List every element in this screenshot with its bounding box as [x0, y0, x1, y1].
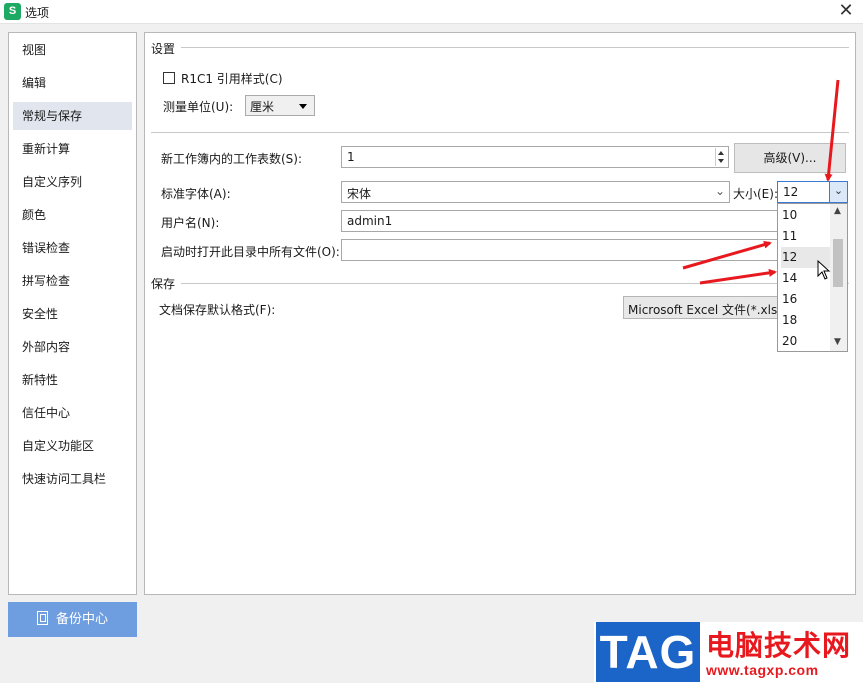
chevron-down-icon: ⌄ — [714, 184, 725, 198]
r1c1-label: R1C1 引用样式(C) — [181, 72, 283, 86]
size-option-16[interactable]: 16 — [781, 289, 830, 310]
scroll-down-icon[interactable]: ▼ — [834, 337, 841, 347]
sidebar-item-general-save[interactable]: 常规与保存 — [13, 102, 132, 130]
size-option-12[interactable]: 12 — [781, 247, 830, 268]
sidebar-item-trust-center[interactable]: 信任中心 — [13, 399, 132, 427]
watermark-site-name: 电脑技术网 — [706, 629, 852, 662]
watermark-url: www.tagxp.com — [706, 662, 819, 678]
sidebar-item-security[interactable]: 安全性 — [13, 300, 132, 328]
sidebar-item-edit[interactable]: 编辑 — [13, 69, 132, 97]
sidebar-item-external-content[interactable]: 外部内容 — [13, 333, 132, 361]
chevron-down-icon[interactable]: ⌄ — [829, 182, 847, 202]
advanced-button[interactable]: 高级(V)... — [734, 143, 846, 173]
sidebar-item-view[interactable]: 视图 — [13, 36, 132, 64]
settings-section-title: 设置 — [151, 40, 182, 57]
dropdown-arrow-icon — [299, 104, 307, 109]
size-option-18[interactable]: 18 — [781, 310, 830, 331]
dropdown-scrollbar[interactable]: ▲ ▼ — [830, 204, 847, 351]
backup-center-label: 备份中心 — [55, 612, 108, 627]
settings-divider — [151, 47, 849, 48]
sidebar-item-customize-ribbon[interactable]: 自定义功能区 — [13, 432, 132, 460]
title-bar: S 选项 ✕ — [0, 0, 863, 24]
font-value: 宋体 — [347, 187, 372, 201]
username-field[interactable]: admin1 — [341, 210, 781, 232]
close-button[interactable]: ✕ — [835, 1, 857, 23]
save-format-label: 文档保存默认格式(F): — [159, 303, 276, 317]
app-icon: S — [4, 3, 21, 20]
r1c1-checkbox[interactable] — [163, 72, 175, 84]
sidebar-item-recalculate[interactable]: 重新计算 — [13, 135, 132, 163]
watermark: TAG 电脑技术网 www.tagxp.com — [594, 622, 863, 683]
scroll-up-icon[interactable]: ▲ — [834, 206, 841, 216]
spinner-icon[interactable] — [715, 148, 727, 166]
sheet-count-label: 新工作簿内的工作表数(S): — [161, 152, 303, 166]
unit-select[interactable]: 厘米 — [245, 95, 315, 116]
sheet-count-stepper[interactable]: 1 — [341, 146, 729, 168]
size-option-11[interactable]: 11 — [781, 226, 830, 247]
save-divider — [151, 283, 849, 284]
sidebar-item-error-check[interactable]: 错误检查 — [13, 234, 132, 262]
unit-value: 厘米 — [250, 100, 275, 114]
font-label: 标准字体(A): — [161, 187, 231, 201]
sidebar-item-new-features[interactable]: 新特性 — [13, 366, 132, 394]
size-label: 大小(E): — [733, 187, 778, 201]
scrollbar-thumb[interactable] — [833, 239, 843, 287]
size-option-10[interactable]: 10 — [781, 205, 830, 226]
username-label: 用户名(N): — [161, 216, 220, 230]
save-format-value: Microsoft Excel 文件(*.xlsx — [628, 303, 785, 317]
size-dropdown-list: 10 11 12 14 16 18 20 ▲ ▼ — [777, 203, 848, 352]
size-value: 12 — [783, 185, 799, 199]
sidebar-item-spell-check[interactable]: 拼写检查 — [13, 267, 132, 295]
sheet-count-value: 1 — [347, 150, 355, 164]
settings-divider-2 — [151, 132, 849, 133]
size-option-14[interactable]: 14 — [781, 268, 830, 289]
unit-label: 测量单位(U): — [163, 100, 234, 114]
font-select[interactable]: 宋体 ⌄ — [341, 181, 730, 203]
size-combobox[interactable]: 12 ⌄ — [777, 181, 848, 203]
size-option-20[interactable]: 20 — [781, 331, 830, 352]
sidebar-item-custom-lists[interactable]: 自定义序列 — [13, 168, 132, 196]
window-title: 选项 — [25, 6, 50, 20]
username-value: admin1 — [347, 214, 393, 228]
startup-folder-label: 启动时打开此目录中所有文件(O): — [161, 245, 340, 259]
backup-center-button[interactable]: 备份中心 — [8, 602, 137, 637]
startup-folder-field[interactable] — [341, 239, 781, 261]
backup-icon — [36, 611, 48, 625]
sidebar: 视图 编辑 常规与保存 重新计算 自定义序列 颜色 错误检查 拼写检查 安全性 … — [8, 32, 137, 595]
save-section-title: 保存 — [151, 275, 182, 292]
watermark-logo: TAG — [596, 622, 700, 682]
sidebar-item-colors[interactable]: 颜色 — [13, 201, 132, 229]
sidebar-item-quick-access[interactable]: 快速访问工具栏 — [13, 465, 132, 493]
